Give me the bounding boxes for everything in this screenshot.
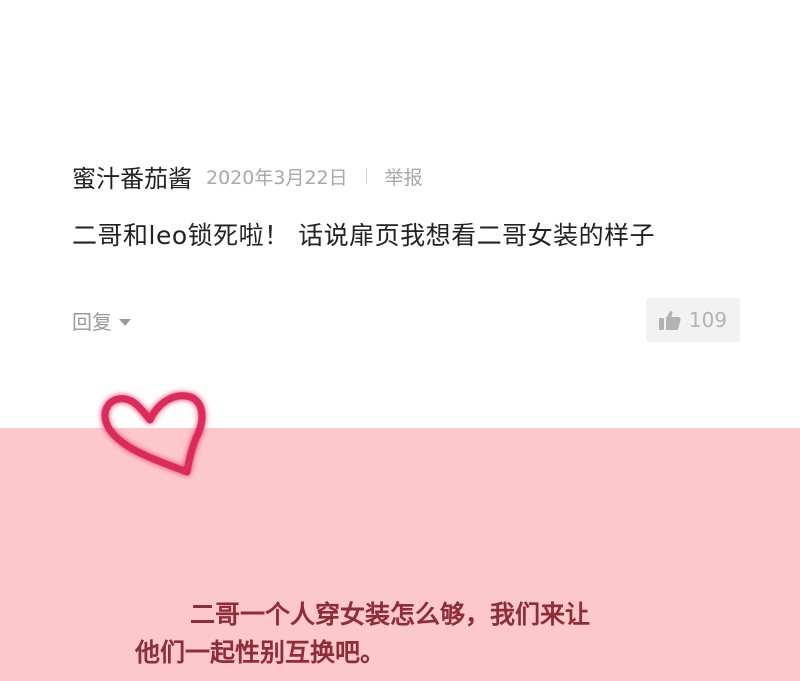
caption-line-1: 二哥一个人穿女装怎么够，我们来让 [190, 600, 591, 629]
heart-icon [101, 392, 206, 476]
like-button[interactable]: 109 [646, 298, 740, 342]
reply-label: 回复 [72, 310, 112, 334]
reply-button[interactable]: 回复 [72, 306, 131, 335]
comment-meta: 蜜汁番茄酱 2020年3月22日 举报 [72, 158, 740, 194]
banner-caption: 二哥一个人穿女装怎么够，我们来让 他们一起性别互换吧。 [135, 596, 695, 672]
meta-divider [365, 168, 367, 184]
caption-line-2: 他们一起性别互换吧。 [135, 638, 386, 667]
like-count: 109 [688, 308, 728, 332]
comment-text: 二哥和leo锁死啦！ 话说扉页我想看二哥女装的样子 [72, 221, 656, 250]
comment-date: 2020年3月22日 [206, 166, 348, 189]
thumbs-up-icon [658, 310, 681, 330]
report-link[interactable]: 举报 [385, 163, 423, 190]
comment-card: 蜜汁番茄酱 2020年3月22日 举报 二哥和leo锁死啦！ 话说扉页我想看二哥… [72, 158, 740, 252]
caret-down-icon [119, 318, 131, 326]
comment-username[interactable]: 蜜汁番茄酱 [72, 159, 192, 194]
